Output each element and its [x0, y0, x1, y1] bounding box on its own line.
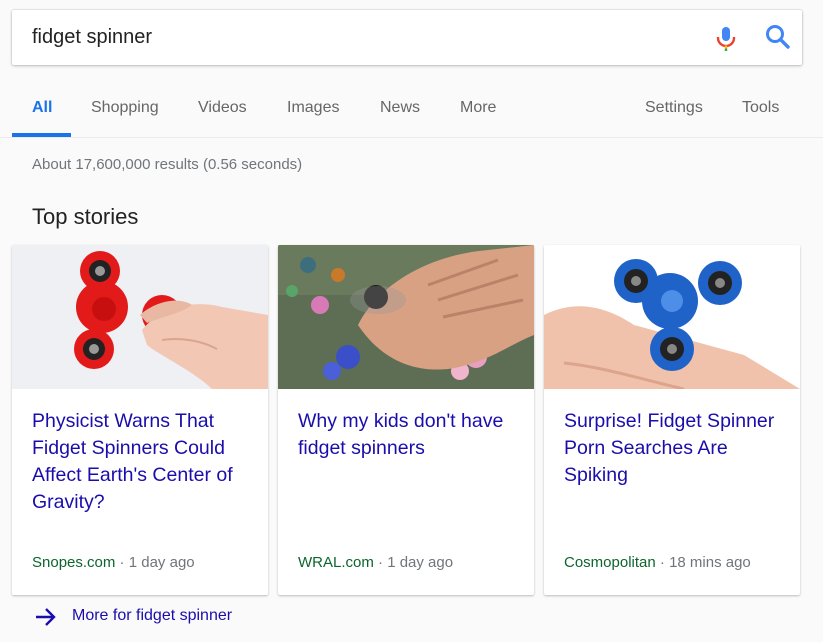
- story-source: WRAL.com: [298, 554, 374, 571]
- story-source: Cosmopolitan: [564, 554, 656, 571]
- story-meta: WRAL.com · 1 day ago: [298, 554, 454, 571]
- story-thumbnail[interactable]: [278, 245, 534, 389]
- story-title[interactable]: Physicist Warns That Fidget Spinners Cou…: [32, 408, 254, 516]
- story-time: 18 mins ago: [669, 554, 751, 571]
- tab-more[interactable]: More: [460, 78, 496, 138]
- story-source: Snopes.com: [32, 554, 116, 571]
- story-time: 1 day ago: [387, 554, 454, 571]
- story-meta: Cosmopolitan · 18 mins ago: [564, 554, 751, 571]
- tab-videos[interactable]: Videos: [198, 78, 247, 138]
- microphone-icon[interactable]: [712, 24, 740, 52]
- active-tab-indicator: [12, 133, 71, 137]
- story-meta: Snopes.com · 1 day ago: [32, 554, 195, 571]
- search-tabs: All Shopping Videos Images News More Set…: [0, 78, 823, 138]
- story-time: 1 day ago: [128, 554, 195, 571]
- tab-tools[interactable]: Tools: [742, 78, 779, 138]
- arrow-right-icon: [36, 608, 56, 626]
- more-stories-label[interactable]: More for fidget spinner: [72, 607, 232, 625]
- results-stats: About 17,600,000 results (0.56 seconds): [32, 156, 303, 173]
- tab-images[interactable]: Images: [287, 78, 339, 138]
- top-stories-heading: Top stories: [32, 204, 139, 229]
- tab-all[interactable]: All: [32, 78, 52, 138]
- story-title[interactable]: Why my kids don't have fidget spinners: [298, 408, 520, 462]
- search-input[interactable]: [32, 10, 672, 65]
- search-icon[interactable]: [763, 22, 793, 52]
- tab-settings[interactable]: Settings: [645, 78, 703, 138]
- story-card[interactable]: Physicist Warns That Fidget Spinners Cou…: [12, 245, 268, 595]
- story-thumbnail[interactable]: [544, 245, 800, 389]
- tab-shopping[interactable]: Shopping: [91, 78, 159, 138]
- story-card[interactable]: Why my kids don't have fidget spinners W…: [278, 245, 534, 595]
- search-box: [12, 10, 802, 65]
- story-card[interactable]: Surprise! Fidget Spinner Porn Searches A…: [544, 245, 800, 595]
- tab-news[interactable]: News: [380, 78, 420, 138]
- story-title[interactable]: Surprise! Fidget Spinner Porn Searches A…: [564, 408, 786, 489]
- story-thumbnail[interactable]: [12, 245, 268, 389]
